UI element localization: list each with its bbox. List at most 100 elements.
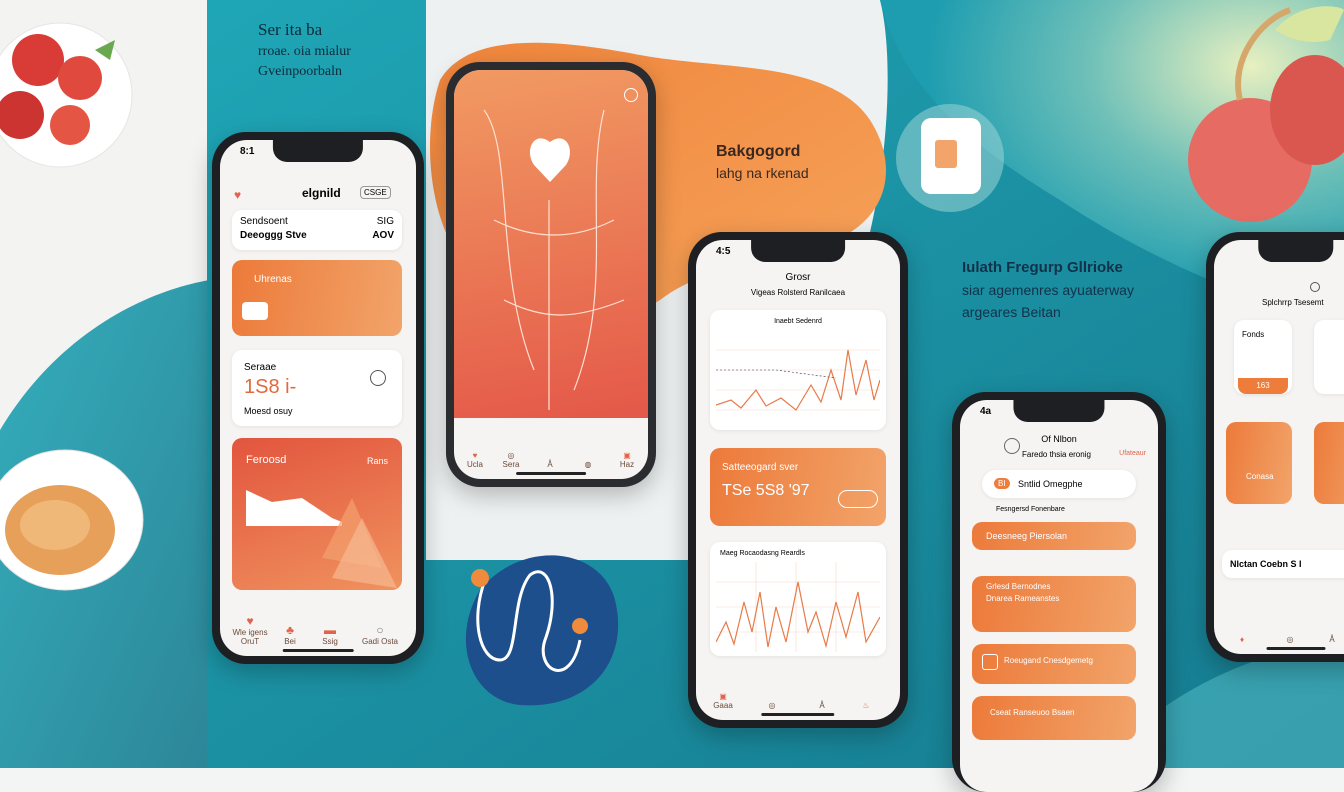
profile-icon: ○ [376,623,384,637]
chart-card-1-plot [716,349,880,411]
tab-2-4[interactable]: ◍ [578,460,598,469]
middle-label: Bakgogord lahg na rkenad [716,143,846,181]
logo-icon [1310,282,1320,292]
home-icon: ▣ [719,692,727,701]
phone-2: ♥ Ucla ◎ Sera Å ◍ ▣ Haz [446,62,656,487]
stats-card-sub: Moesd osuy [244,406,293,416]
tab-meals[interactable]: ▬ Ssig [315,623,345,646]
tab-activity[interactable]: ♣ Bei [275,623,305,646]
home-indicator [516,472,586,475]
list-card-3-label: Roeugand Cnesdgemetg [1004,656,1093,665]
list-card-3[interactable]: Roeugand Cnesdgemetg [972,644,1136,684]
page-title: Of Nlbon [1041,434,1077,444]
selector-pill[interactable]: BI Sntlid Omegphe [982,470,1136,498]
stat-card-2[interactable] [1314,320,1344,394]
tab-3-1[interactable]: ▣ Gaaa [710,692,736,710]
stats-icon: ◎ [1286,635,1294,644]
trend-card[interactable]: Feroosd Rans [232,438,402,590]
page-subtitle: Vigeas Rolsterd Ranilcaea [750,288,846,297]
stats-card-title: Seraae [244,362,277,373]
phone-5: Splchrrp Tsesemt Fonds 163 Conasa Nlctan… [1206,232,1344,662]
stats-card[interactable]: Seraae 1S8 i- Moesd osuy [232,350,402,426]
right-label-line2: siar agemenres ayuaterway [962,282,1134,298]
tab-meals-label: Ssig [322,637,338,646]
list-card-2-title: Grlesd Bernodnes [986,582,1051,591]
list-card-2[interactable]: Grlesd Bernodnes Dnarea Rameanstes [972,576,1136,632]
stats-icon: ◎ [507,451,515,460]
brand-tag: CSGE [360,186,391,199]
meals-icon: ▬ [324,623,336,637]
tab-activity-label: Bei [284,637,296,646]
status-time: 4a [980,406,992,417]
phone-5-screen: Splchrrp Tsesemt Fonds 163 Conasa Nlctan… [1214,240,1344,654]
tab-2-1[interactable]: ♥ Ucla [462,451,488,469]
middle-label-subtitle: lahg na rkenad [716,165,809,181]
stats-card-value: 1S8 i- [244,376,297,398]
more-link[interactable]: Ufateaur [1119,450,1146,457]
chart-card-2-title: Maeg Rocaodasng Reardls [720,550,805,557]
tab-3-2[interactable]: ◎ [762,701,782,710]
calendar-icon [982,654,998,670]
chart-card-2[interactable]: Maeg Rocaodasng Reardls [710,542,886,656]
phone-1-screen: 8:1 ♥ elgnild CSGE Sendsoent Deeoggg Stv… [220,140,416,656]
tab-2-1-label: Ucla [466,460,483,469]
tab-2-2[interactable]: ◎ Sera [498,451,524,469]
phone-4: 4a Of Nlbon Faredo thsia eronig Ufateaur… [952,392,1166,792]
tab-3-1-label: Gaaa [713,701,733,710]
tab-2-3[interactable]: Å [540,460,560,469]
close-icon[interactable] [624,88,638,102]
notch [1258,240,1334,262]
home-indicator [282,649,354,652]
pill-badge: BI [994,478,1010,489]
tab-5-1[interactable]: ♦ [1232,635,1252,644]
home-icon: ♥ [246,614,254,628]
phone-2-screen: ♥ Ucla ◎ Sera Å ◍ ▣ Haz [454,70,648,479]
home-indicator [761,713,835,716]
stat-card-1-badge: 163 [1238,378,1288,394]
trend-card-title: Feroosd [246,454,287,466]
tab-profile[interactable]: ○ Gadi Osta [360,623,400,646]
activity-card[interactable]: Uhrenas [232,260,402,336]
orange-card-1[interactable]: Conasa [1226,422,1292,504]
result-card-value: TSe 5S8 '97 [722,482,810,499]
chart-card-1[interactable]: Inaebt Sedenrd [710,310,886,430]
stat-card-1[interactable]: Fonds 163 [1234,320,1292,394]
row-card[interactable]: Nlctan Coebn S I [1222,550,1344,578]
notch [1013,400,1105,422]
tab-3-4[interactable]: ♨ [856,701,876,710]
list-card-2-sub: Dnarea Rameanstes [986,594,1060,603]
stats-icon: ◎ [768,701,776,710]
activity-card-title: Uhrenas [254,274,292,285]
toggle-button[interactable] [838,490,878,508]
right-label-line3: argeares Beitan [962,304,1061,320]
notch [272,140,364,162]
chart-card-2-plot [716,562,880,652]
orange-card-2[interactable] [1314,422,1344,504]
activity-icon: ♣ [286,623,294,637]
tab-2-5[interactable]: ▣ Haz [614,451,640,469]
settings-icon: ◍ [584,460,592,469]
header-line3: Gveinpoorbaln [258,64,342,79]
phone-3-screen: 4:5 Grosr Vigeas Rolsterd Ranilcaea Inae… [696,240,900,720]
brand-name: elgnild [302,186,341,200]
chart-card-1-title: Inaebt Sedenrd [774,318,822,325]
body-illustration [483,109,625,410]
list-card-1[interactable]: Deesneeg Piersolan [972,522,1136,550]
tab-home[interactable]: ♥ Wle igens OruT [230,614,270,646]
person-icon: Å [819,701,825,710]
tab-5-2[interactable]: ◎ [1280,635,1300,644]
pill-label: Sntlid Omegphe [1018,479,1083,489]
trend-card-graphic [246,490,397,588]
person-icon: Å [547,460,553,469]
heart-icon[interactable]: ♥ [234,188,241,202]
tab-3-3[interactable]: Å [812,701,832,710]
result-card[interactable]: Satteeogard sver TSe 5S8 '97 [710,448,886,526]
right-label-title: Iulath Fregurp Gllrioke [962,259,1123,276]
tab-5-3[interactable]: Å [1322,635,1342,644]
header-line2: rroae. oia mialur [258,44,351,59]
list-card-4[interactable]: Cseat Ranseuoo Bsaen [972,696,1136,740]
info-icon[interactable] [370,370,386,386]
tab-2-2-label: Sera [502,460,520,469]
summary-card[interactable]: Sendsoent Deeoggg Stve SIG AOV [232,210,402,250]
summary-card-subtitle: Deeoggg Stve [240,230,307,241]
